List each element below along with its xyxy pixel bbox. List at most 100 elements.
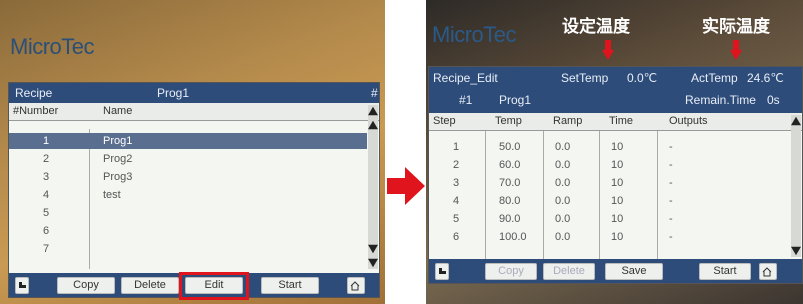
row-step: 6 [453, 231, 460, 243]
table-row[interactable]: 1 50.0 0.0 10 - [429, 141, 790, 157]
row-name: Prog3 [103, 171, 133, 183]
enter-icon [439, 268, 446, 274]
scroll-page-up-icon[interactable] [368, 120, 378, 130]
brand-logo: MicroTec [10, 34, 95, 59]
row-step: 5 [453, 213, 460, 225]
row-ramp: 0.0 [555, 213, 571, 225]
step-scrollbar[interactable] [791, 115, 801, 257]
table-row[interactable]: 2 60.0 0.0 10 - [429, 159, 790, 175]
delete-button[interactable]: Delete [121, 277, 179, 294]
column-temp: Temp [495, 115, 522, 127]
column-time: Time [609, 115, 634, 127]
scroll-up-icon[interactable] [368, 106, 378, 116]
home-button[interactable] [347, 277, 365, 294]
column-step: Step [433, 115, 456, 127]
row-outputs: - [669, 231, 673, 243]
remain-time-label: Remain.Time [685, 93, 756, 107]
settemp-label: SetTemp [561, 71, 609, 85]
row-ramp: 0.0 [555, 231, 571, 243]
row-step: 3 [453, 177, 460, 189]
row-number: 5 [43, 207, 50, 219]
table-row[interactable]: 4 80.0 0.0 10 - [429, 195, 790, 211]
row-temp: 80.0 [499, 195, 521, 207]
recipe-number: #1 [459, 93, 473, 107]
table-row[interactable]: 1 Prog1 [9, 133, 367, 149]
column-outputs: Outputs [669, 115, 708, 127]
row-step: 1 [453, 141, 460, 153]
enter-button[interactable] [15, 277, 29, 294]
table-row[interactable]: 6 100.0 0.0 10 - [429, 231, 790, 247]
row-time: 10 [611, 231, 624, 243]
recipe-label: Recipe [15, 86, 53, 100]
row-number: 7 [43, 243, 50, 255]
row-step: 2 [453, 159, 460, 171]
enter-icon [19, 282, 26, 288]
left-device-photo: MicroTec Recipe Prog1 # #Number Name 1 P… [0, 0, 385, 304]
edit-highlight-box [179, 272, 249, 300]
recipe-table-header: #Number Name [9, 103, 379, 121]
start-button[interactable]: Start [261, 277, 319, 294]
column-number: #Number [13, 105, 59, 117]
scroll-down-icon[interactable] [368, 258, 378, 268]
copy-button[interactable]: Copy [57, 277, 115, 294]
copy-button[interactable]: Copy [485, 263, 537, 280]
enter-button[interactable] [435, 263, 449, 280]
row-outputs: - [669, 195, 673, 207]
row-ramp: 0.0 [555, 195, 571, 207]
recipe-table-body: 1 Prog1 2 Prog2 3 Prog3 4 test 5 6 7 [9, 129, 367, 269]
home-button[interactable] [759, 263, 777, 280]
set-temp-annotation: 设定温度 [562, 17, 630, 37]
row-outputs: - [669, 141, 673, 153]
brand-logo: MicroTec [432, 22, 517, 47]
start-button[interactable]: Start [699, 263, 751, 280]
delete-button[interactable]: Delete [543, 263, 595, 280]
scroll-down-icon[interactable] [791, 246, 801, 256]
home-icon [762, 267, 772, 277]
row-number: 3 [43, 171, 50, 183]
settemp-value: 0.0℃ [627, 71, 658, 85]
row-ramp: 0.0 [555, 177, 571, 189]
table-row[interactable]: 5 90.0 0.0 10 - [429, 213, 790, 229]
row-time: 10 [611, 177, 624, 189]
table-row[interactable]: 3 70.0 0.0 10 - [429, 177, 790, 193]
table-row[interactable]: 4 test [9, 187, 367, 203]
table-row[interactable]: 7 [9, 241, 367, 257]
row-name: test [103, 189, 121, 201]
row-step: 4 [453, 195, 460, 207]
arrow-down-icon [602, 40, 614, 60]
recipe-hash: # [371, 86, 378, 100]
recipe-edit-button-bar: Copy Delete Save Start [429, 259, 802, 283]
recipe-edit-screen: Recipe_Edit SetTemp 0.0℃ ActTemp 24.6℃ #… [428, 66, 803, 284]
row-number: 4 [43, 189, 50, 201]
edit-title: Recipe_Edit [433, 71, 498, 85]
table-row[interactable]: 2 Prog2 [9, 151, 367, 167]
row-number: 2 [43, 153, 50, 165]
arrow-right-icon [387, 167, 425, 205]
scroll-up-icon[interactable] [791, 116, 801, 126]
table-row[interactable]: 3 Prog3 [9, 169, 367, 185]
home-icon [350, 281, 360, 291]
recipe-edit-topbar: Recipe_Edit SetTemp 0.0℃ ActTemp 24.6℃ #… [429, 67, 802, 113]
row-outputs: - [669, 177, 673, 189]
row-time: 10 [611, 159, 624, 171]
row-temp: 50.0 [499, 141, 521, 153]
row-outputs: - [669, 213, 673, 225]
table-row[interactable]: 5 [9, 205, 367, 221]
right-device-photo: MicroTec 设定温度 实际温度 Recipe_Edit SetTemp 0… [426, 0, 803, 304]
scroll-page-down-icon[interactable] [368, 244, 378, 254]
column-name: Name [103, 105, 133, 117]
row-ramp: 0.0 [555, 159, 571, 171]
row-temp: 60.0 [499, 159, 521, 171]
row-temp: 90.0 [499, 213, 521, 225]
actual-temp-annotation: 实际温度 [702, 17, 770, 37]
arrow-down-icon [730, 40, 742, 60]
recipe-scrollbar[interactable] [368, 105, 378, 269]
step-table-header: Step Temp Ramp Time Outputs [429, 113, 802, 131]
table-row[interactable]: 6 [9, 223, 367, 239]
step-table-body: 1 50.0 0.0 10 - 2 60.0 0.0 10 - 3 70.0 0… [429, 131, 790, 259]
row-number: 6 [43, 225, 50, 237]
recipe-current-name: Prog1 [157, 86, 190, 100]
save-button[interactable]: Save [605, 263, 663, 280]
acttemp-label: ActTemp [691, 71, 738, 85]
row-temp: 100.0 [499, 231, 527, 243]
